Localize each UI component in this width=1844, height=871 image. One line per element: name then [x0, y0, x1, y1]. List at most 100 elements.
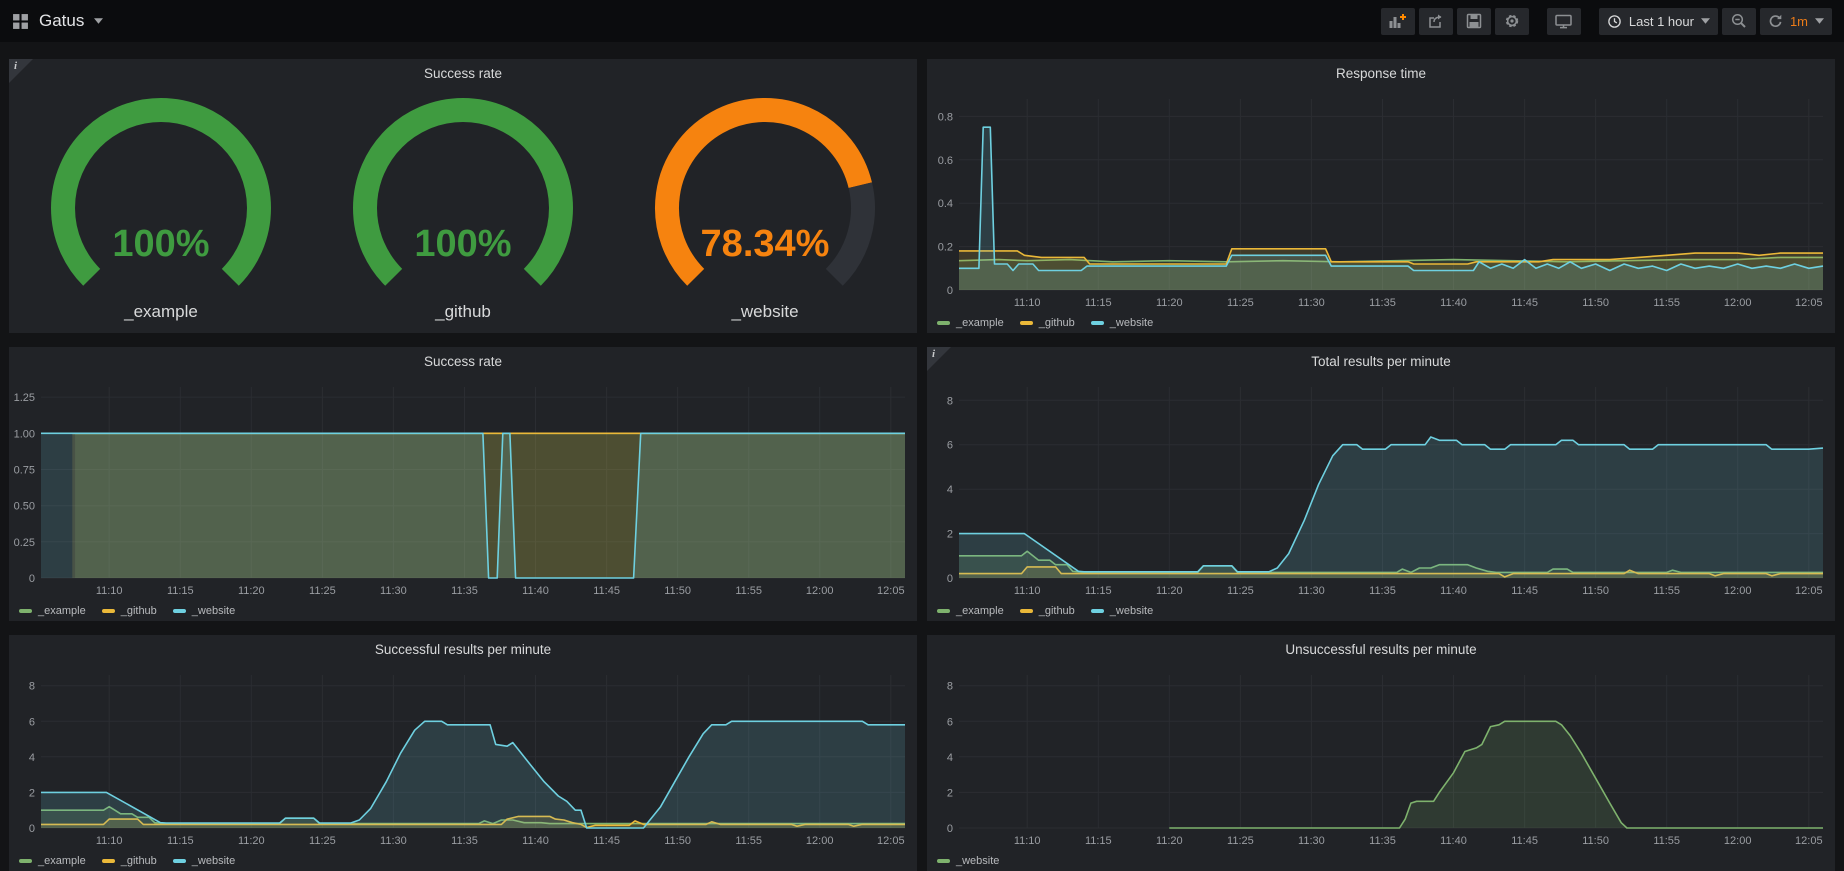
- gauge-row: 100% _example 100% _github 78.34% _websi…: [9, 87, 917, 327]
- legend-item-example[interactable]: _example: [19, 605, 86, 617]
- add-panel-button[interactable]: [1381, 8, 1415, 35]
- panel-title[interactable]: Response time: [927, 59, 1835, 87]
- response-time-chart[interactable]: 00.20.40.60.811:1011:1511:2011:2511:3011…: [927, 87, 1835, 333]
- legend-item-website[interactable]: _website: [1091, 605, 1153, 617]
- legend-swatch-icon: [1020, 609, 1033, 613]
- svg-text:11:15: 11:15: [1085, 585, 1112, 597]
- legend-item-github[interactable]: _github: [1020, 317, 1075, 329]
- panel-title[interactable]: Successful results per minute: [9, 635, 917, 663]
- svg-text:11:10: 11:10: [1014, 585, 1041, 597]
- svg-text:0: 0: [947, 573, 953, 585]
- svg-text:11:20: 11:20: [1156, 835, 1183, 847]
- dashboard-title[interactable]: Gatus: [39, 11, 84, 31]
- svg-text:100%: 100%: [414, 223, 511, 265]
- svg-text:12:05: 12:05: [1795, 585, 1823, 597]
- svg-text:11:45: 11:45: [1511, 297, 1538, 309]
- svg-text:11:40: 11:40: [1440, 297, 1467, 309]
- svg-text:11:50: 11:50: [664, 585, 691, 597]
- legend-swatch-icon: [173, 859, 186, 863]
- unsuccessful-results-chart[interactable]: 0246811:1011:1511:2011:2511:3011:3511:40…: [927, 663, 1835, 871]
- info-corner-icon[interactable]: i: [927, 347, 951, 371]
- legend-label: _website: [1110, 605, 1153, 617]
- svg-text:11:10: 11:10: [1014, 297, 1041, 309]
- legend-item-website[interactable]: _website: [1091, 317, 1153, 329]
- legend-item-website[interactable]: _website: [173, 855, 235, 867]
- svg-text:11:45: 11:45: [1511, 585, 1538, 597]
- svg-text:11:50: 11:50: [1582, 835, 1609, 847]
- share-button[interactable]: [1419, 8, 1453, 35]
- svg-text:11:55: 11:55: [735, 835, 762, 847]
- legend: _example _github _website: [19, 605, 235, 617]
- navbar-toolbar: Last 1 hour 1m: [1377, 8, 1832, 35]
- svg-text:0.2: 0.2: [938, 242, 953, 254]
- cycle-view-mode-button[interactable]: [1547, 8, 1581, 35]
- legend-item-github[interactable]: _github: [102, 605, 157, 617]
- svg-text:12:05: 12:05: [1795, 297, 1823, 309]
- chevron-down-icon: [1815, 18, 1824, 24]
- svg-text:11:45: 11:45: [1511, 835, 1538, 847]
- legend-item-example[interactable]: _example: [19, 855, 86, 867]
- legend-swatch-icon: [937, 859, 950, 863]
- legend: _example _github _website: [19, 855, 235, 867]
- svg-text:11:25: 11:25: [309, 835, 336, 847]
- info-corner-icon[interactable]: i: [9, 59, 33, 83]
- refresh-picker[interactable]: 1m: [1760, 8, 1832, 35]
- total-results-chart[interactable]: 0246811:1011:1511:2011:2511:3011:3511:40…: [927, 375, 1835, 621]
- svg-text:11:15: 11:15: [1085, 835, 1112, 847]
- legend-item-website[interactable]: _website: [173, 605, 235, 617]
- legend-item-website[interactable]: _website: [937, 855, 999, 867]
- panel-response-time: Response time 00.20.40.60.811:1011:1511:…: [927, 59, 1835, 333]
- successful-results-chart[interactable]: 0246811:1011:1511:2011:2511:3011:3511:40…: [9, 663, 917, 871]
- svg-text:2: 2: [29, 787, 35, 799]
- legend-label: _example: [38, 855, 86, 867]
- clock-icon: [1607, 14, 1622, 29]
- svg-text:11:30: 11:30: [1298, 585, 1325, 597]
- save-button[interactable]: [1457, 8, 1491, 35]
- svg-text:11:55: 11:55: [735, 585, 762, 597]
- apps-grid-icon[interactable]: [12, 13, 29, 30]
- legend: _example _github _website: [937, 317, 1153, 329]
- svg-text:11:45: 11:45: [593, 835, 620, 847]
- legend-label: _website: [192, 605, 235, 617]
- panel-title[interactable]: Success rate: [9, 347, 917, 375]
- gauge-arc-example: 100%: [11, 92, 311, 302]
- legend-label: _website: [956, 855, 999, 867]
- panel-successful-results: Successful results per minute 0246811:10…: [9, 635, 917, 871]
- panel-title[interactable]: Total results per minute: [927, 347, 1835, 375]
- legend-swatch-icon: [937, 321, 950, 325]
- svg-text:0.25: 0.25: [14, 537, 35, 549]
- legend-swatch-icon: [1020, 321, 1033, 325]
- svg-text:11:55: 11:55: [1653, 585, 1680, 597]
- svg-text:12:05: 12:05: [1795, 835, 1823, 847]
- svg-text:11:40: 11:40: [522, 835, 549, 847]
- zoom-out-button[interactable]: [1722, 8, 1756, 35]
- refresh-icon: [1768, 14, 1783, 29]
- svg-text:0: 0: [29, 823, 35, 835]
- svg-text:4: 4: [947, 484, 953, 496]
- legend-label: _website: [192, 855, 235, 867]
- legend-item-example[interactable]: _example: [937, 317, 1004, 329]
- svg-text:0.50: 0.50: [14, 501, 35, 513]
- gauge-arc-website: 78.34%: [615, 92, 915, 302]
- legend-item-github[interactable]: _github: [102, 855, 157, 867]
- panel-title[interactable]: Unsuccessful results per minute: [927, 635, 1835, 663]
- svg-text:4: 4: [29, 752, 35, 764]
- svg-text:8: 8: [947, 681, 953, 693]
- svg-text:12:05: 12:05: [877, 835, 905, 847]
- svg-text:11:45: 11:45: [593, 585, 620, 597]
- legend-item-example[interactable]: _example: [937, 605, 1004, 617]
- svg-text:11:25: 11:25: [1227, 835, 1254, 847]
- legend: _example _github _website: [937, 605, 1153, 617]
- svg-text:11:50: 11:50: [664, 835, 691, 847]
- success-rate-chart[interactable]: 00.250.500.751.001.2511:1011:1511:2011:2…: [9, 375, 917, 621]
- time-range-picker[interactable]: Last 1 hour: [1599, 8, 1718, 35]
- chevron-down-icon[interactable]: [94, 18, 103, 24]
- svg-text:1.25: 1.25: [14, 392, 35, 404]
- legend-swatch-icon: [173, 609, 186, 613]
- panel-title[interactable]: Success rate: [9, 59, 917, 87]
- legend-item-github[interactable]: _github: [1020, 605, 1075, 617]
- settings-button[interactable]: [1495, 8, 1529, 35]
- gauge-label: _github: [313, 302, 613, 322]
- legend-swatch-icon: [102, 859, 115, 863]
- legend-label: _github: [1039, 605, 1075, 617]
